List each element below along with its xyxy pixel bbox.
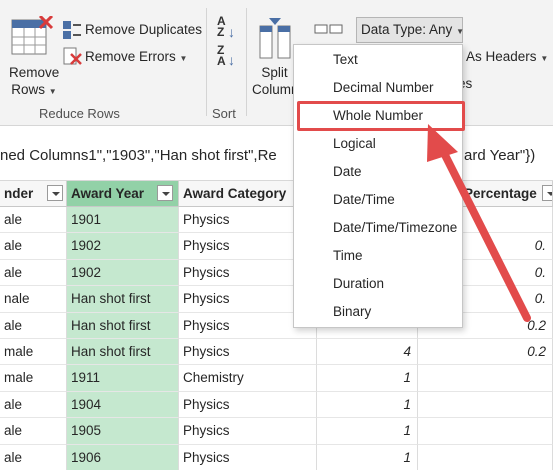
annotation-arrow (427, 124, 531, 322)
